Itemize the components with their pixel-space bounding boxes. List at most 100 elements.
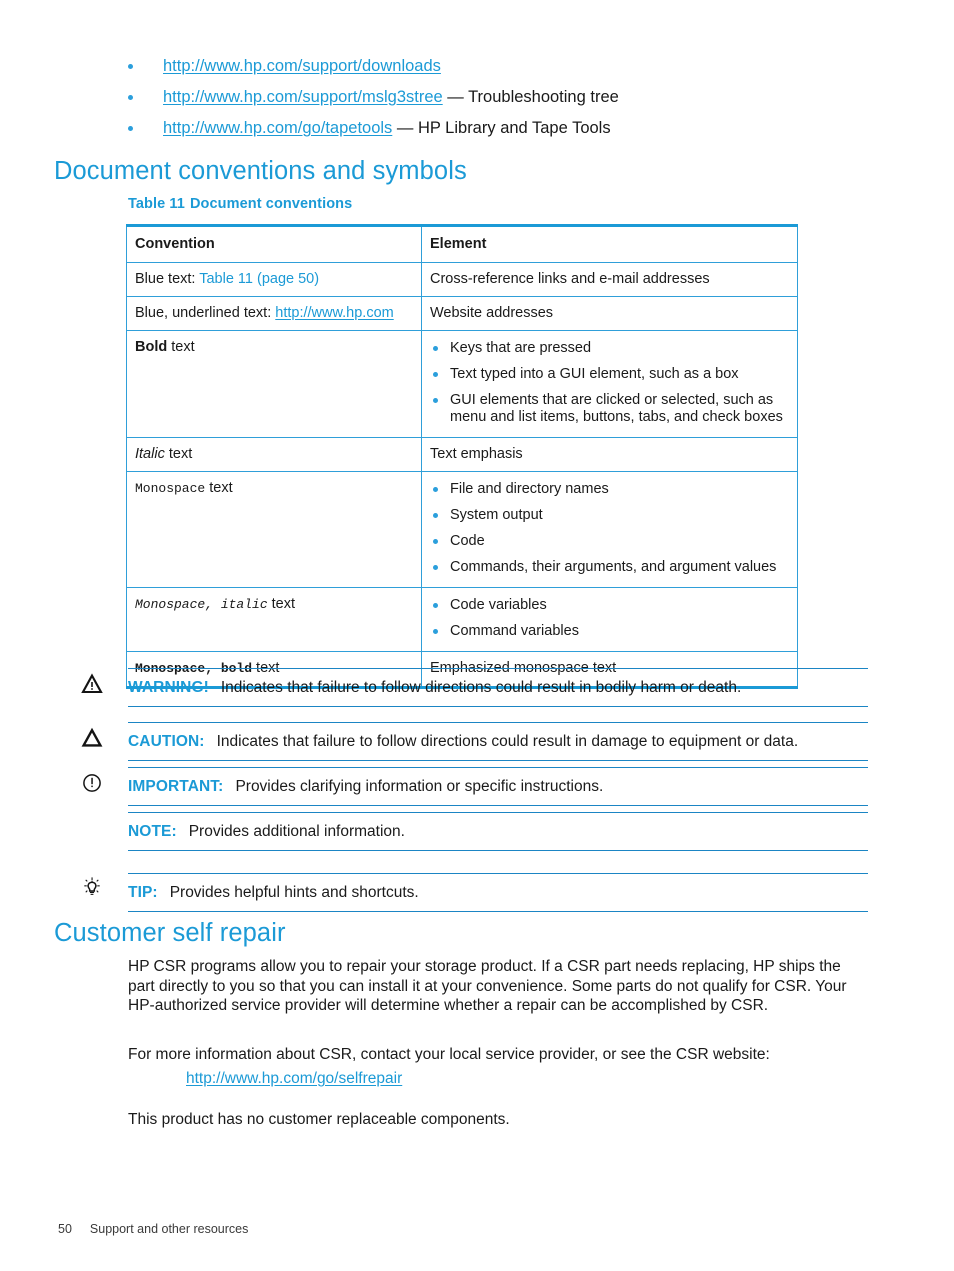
list-item: Code variables: [430, 597, 789, 614]
column-header-element: Element: [421, 225, 798, 263]
element-bullet-list: Code variables Command variables: [430, 597, 789, 640]
heading-document-conventions: Document conventions and symbols: [54, 157, 467, 185]
list-item-label: System output: [450, 507, 543, 523]
admonition-keyword: TIP:: [128, 884, 158, 901]
admonition-text: Indicates that failure to follow directi…: [216, 733, 799, 750]
csr-link-wrapper: http://www.hp.com/go/selfrepair: [186, 1070, 402, 1088]
table-row: Blue, underlined text: http://www.hp.com…: [126, 296, 798, 331]
table-header-row: Convention Element: [126, 225, 798, 263]
list-item-label: Code: [450, 533, 485, 549]
cell-element: File and directory names System output C…: [421, 471, 798, 588]
csr-paragraph-3: This product has no customer replaceable…: [128, 1111, 510, 1128]
list-item: http://www.hp.com/support/downloads: [128, 56, 868, 76]
admonition-body: IMPORTANT: Provides clarifying informatio…: [83, 768, 868, 805]
heading-customer-self-repair: Customer self repair: [54, 919, 286, 947]
table-row: Italic text Text emphasis: [126, 437, 798, 472]
bullet-icon: [433, 513, 438, 518]
table-row: Blue text: Table 11 (page 50) Cross-refe…: [126, 262, 798, 297]
table-caption-number: Table 11: [128, 196, 185, 212]
bullet-icon: [433, 398, 438, 403]
cell-convention: Monospace, italic text: [126, 587, 422, 652]
divider: [128, 706, 868, 707]
admonition-body: CAUTION: Indicates that failure to follow…: [81, 723, 868, 760]
admonition-text: Provides helpful hints and shortcuts.: [169, 884, 419, 901]
tip-lightbulb-icon: [81, 876, 103, 898]
convention-sample: Monospace, italic: [135, 597, 268, 612]
cell-element: Cross-reference links and e-mail address…: [421, 262, 798, 297]
bullet-icon: [433, 565, 438, 570]
page-number: 50: [58, 1222, 72, 1236]
support-mslg3stree-link[interactable]: http://www.hp.com/support/mslg3stree: [163, 88, 443, 106]
convention-suffix: text: [267, 596, 296, 612]
bullet-icon: [433, 629, 438, 634]
bullet-icon: [128, 64, 133, 69]
element-bullet-list: File and directory names System output C…: [430, 481, 789, 576]
table-caption-title: Document conventions: [189, 196, 353, 212]
table-row: Bold text Keys that are pressed Text typ…: [126, 330, 798, 438]
tapetools-link[interactable]: http://www.hp.com/go/tapetools: [163, 119, 392, 137]
website-address-link[interactable]: http://www.hp.com: [275, 305, 393, 321]
convention-prefix: Blue text:: [135, 271, 200, 287]
list-item-label: GUI elements that are clicked or selecte…: [450, 392, 783, 425]
list-item-label: Command variables: [450, 623, 579, 639]
list-item: Code: [430, 533, 789, 550]
list-item: http://www.hp.com/go/tapetools — HP Libr…: [128, 118, 868, 138]
bullet-icon: [433, 346, 438, 351]
warning-triangle-icon: [81, 673, 103, 695]
bullet-icon: [433, 603, 438, 608]
convention-suffix: text: [164, 446, 193, 462]
admonition-warning: WARNING! Indicates that failure to follow…: [81, 668, 868, 707]
divider: [128, 911, 868, 912]
bullet-icon: [433, 539, 438, 544]
list-item: http://www.hp.com/support/mslg3stree — T…: [128, 87, 868, 107]
list-item: Keys that are pressed: [430, 340, 789, 357]
convention-sample: Italic: [135, 446, 165, 462]
admonition-keyword: WARNING!: [128, 679, 209, 696]
admonition-note: NOTE: Provides additional information.: [128, 812, 868, 851]
column-header-convention: Convention: [126, 225, 422, 263]
cross-reference-link[interactable]: Table 11 (page 50): [199, 271, 319, 287]
table-row: Monospace, italic text Code variables Co…: [126, 587, 798, 652]
cell-element: Code variables Command variables: [421, 587, 798, 652]
bullet-icon: [128, 95, 133, 100]
convention-suffix: text: [205, 480, 233, 496]
list-item-label: Keys that are pressed: [450, 340, 592, 356]
divider: [128, 760, 868, 761]
convention-suffix: text: [167, 339, 195, 355]
list-item-label: Commands, their arguments, and argument …: [450, 559, 777, 575]
divider: [128, 805, 868, 806]
document-conventions-table: Convention Element Blue text: Table 11 (…: [126, 224, 798, 689]
support-downloads-link[interactable]: http://www.hp.com/support/downloads: [163, 57, 441, 75]
element-bullet-list: Keys that are pressed Text typed into a …: [430, 340, 789, 426]
admonition-text: Indicates that failure to follow directi…: [220, 679, 742, 696]
list-item-label: Text typed into a GUI element, such as a…: [450, 366, 739, 382]
support-links-list: http://www.hp.com/support/downloads http…: [128, 56, 868, 149]
cell-convention: Italic text: [126, 437, 422, 472]
cell-element: Keys that are pressed Text typed into a …: [421, 330, 798, 438]
cell-convention: Blue text: Table 11 (page 50): [126, 262, 422, 297]
list-item: Command variables: [430, 623, 789, 640]
list-item: Commands, their arguments, and argument …: [430, 559, 789, 576]
table-caption: Table 11 Document conventions: [128, 196, 352, 212]
list-item: File and directory names: [430, 481, 789, 498]
page-footer: 50 Support and other resources: [58, 1222, 248, 1236]
convention-sample: Monospace: [135, 481, 206, 496]
link-suffix: — Troubleshooting tree: [442, 88, 619, 106]
admonition-text: Provides clarifying information or speci…: [235, 778, 604, 795]
cell-convention: Blue, underlined text: http://www.hp.com: [126, 296, 422, 331]
admonition-tip: TIP: Provides helpful hints and shortcuts…: [84, 873, 868, 912]
csr-selfrepair-link[interactable]: http://www.hp.com/go/selfrepair: [186, 1070, 402, 1087]
divider: [128, 850, 868, 851]
footer-chapter-title: Support and other resources: [89, 1222, 249, 1236]
convention-sample: Bold: [135, 339, 168, 355]
cell-element: Website addresses: [421, 296, 798, 331]
list-item: GUI elements that are clicked or selecte…: [430, 392, 789, 426]
admonition-body: WARNING! Indicates that failure to follow…: [81, 669, 868, 706]
admonition-body: NOTE: Provides additional information.: [128, 813, 868, 850]
bullet-icon: [433, 487, 438, 492]
bullet-icon: [433, 372, 438, 377]
admonition-keyword: CAUTION:: [128, 733, 205, 750]
cell-convention: Bold text: [126, 330, 422, 438]
table-row: Monospace text File and directory names …: [126, 471, 798, 588]
csr-paragraph-2: For more information about CSR, contact …: [128, 1046, 770, 1063]
